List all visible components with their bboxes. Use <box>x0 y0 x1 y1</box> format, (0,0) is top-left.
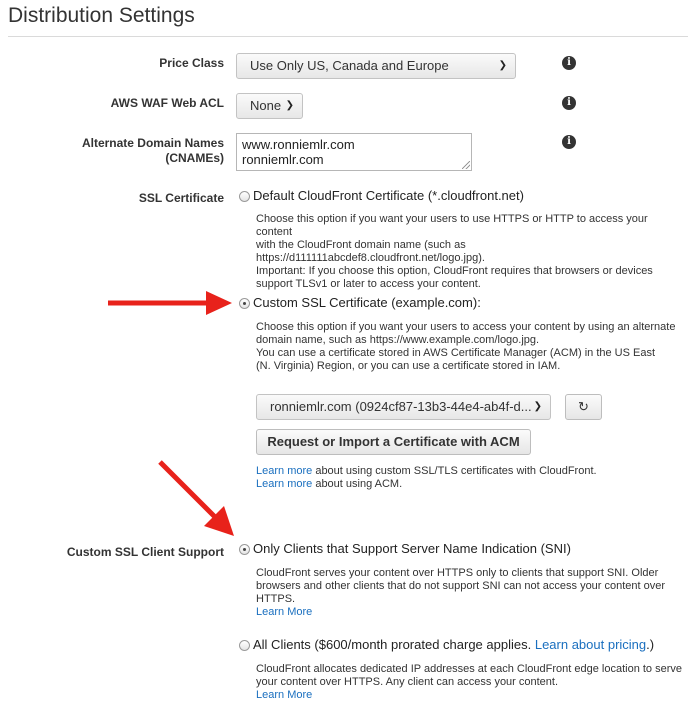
refresh-icon: ↻ <box>578 399 589 414</box>
chevron-down-icon: ❯ <box>498 60 507 71</box>
learn-more-link[interactable]: Learn more <box>256 478 312 490</box>
pricing-link[interactable]: Learn about pricing <box>535 637 646 652</box>
ssl-certificate-label: SSL Certificate <box>138 191 224 205</box>
learn-more-link[interactable]: Learn more <box>256 465 312 477</box>
all-clients-radio[interactable] <box>239 640 250 651</box>
default-cert-option[interactable]: Default CloudFront Certificate (*.cloudf… <box>253 188 524 203</box>
all-clients-description: CloudFront allocates dedicated IP addres… <box>256 663 686 702</box>
chevron-down-icon: ❯ <box>533 401 542 412</box>
ssl-learn-more: Learn more about using custom SSL/TLS ce… <box>256 465 597 490</box>
sni-radio[interactable] <box>239 544 250 555</box>
price-class-value: Use Only US, Canada and Europe <box>250 58 449 73</box>
custom-cert-radio[interactable] <box>239 298 250 309</box>
sni-option[interactable]: Only Clients that Support Server Name In… <box>253 541 571 556</box>
learn-more-link[interactable]: Learn More <box>256 606 686 619</box>
cname-line: ronniemlr.com <box>242 152 324 167</box>
cnames-textarea[interactable]: www.ronniemlr.com ronniemlr.com <box>236 133 472 171</box>
waf-value: None <box>250 98 282 113</box>
certificate-select[interactable]: ronniemlr.com (0924cf87-13b3-44e4-ab4f-d… <box>256 394 551 420</box>
red-arrow-icon <box>108 291 232 315</box>
cname-line: www.ronniemlr.com <box>242 137 355 152</box>
red-arrow-icon <box>158 460 234 536</box>
resize-handle[interactable] <box>462 161 470 169</box>
chevron-down-icon: ❯ <box>285 100 294 111</box>
waf-label: AWS WAF Web ACL <box>110 96 224 110</box>
info-icon[interactable]: i <box>562 135 576 149</box>
custom-cert-description: Choose this option if you want your user… <box>256 321 676 372</box>
refresh-button[interactable]: ↻ <box>565 394 602 420</box>
title-divider <box>8 36 688 37</box>
learn-more-link[interactable]: Learn More <box>256 689 686 702</box>
waf-select[interactable]: None ❯ <box>236 93 303 119</box>
price-class-label: Price Class <box>159 56 224 70</box>
default-cert-description: Choose this option if you want your user… <box>256 213 653 290</box>
page-title: Distribution Settings <box>8 4 195 27</box>
request-certificate-button[interactable]: Request or Import a Certificate with ACM <box>256 429 531 455</box>
cnames-label: Alternate Domain Names (CNAMEs) <box>81 136 224 165</box>
sni-description: CloudFront serves your content over HTTP… <box>256 567 686 619</box>
info-icon[interactable]: i <box>562 56 576 70</box>
all-clients-option[interactable]: All Clients ($600/month prorated charge … <box>253 637 654 652</box>
client-support-label: Custom SSL Client Support <box>66 545 224 559</box>
certificate-value: ronniemlr.com (0924cf87-13b3-44e4-ab4f-d… <box>270 399 532 414</box>
custom-cert-option[interactable]: Custom SSL Certificate (example.com): <box>253 295 481 310</box>
info-icon[interactable]: i <box>562 96 576 110</box>
price-class-select[interactable]: Use Only US, Canada and Europe ❯ <box>236 53 516 79</box>
default-cert-radio[interactable] <box>239 191 250 202</box>
